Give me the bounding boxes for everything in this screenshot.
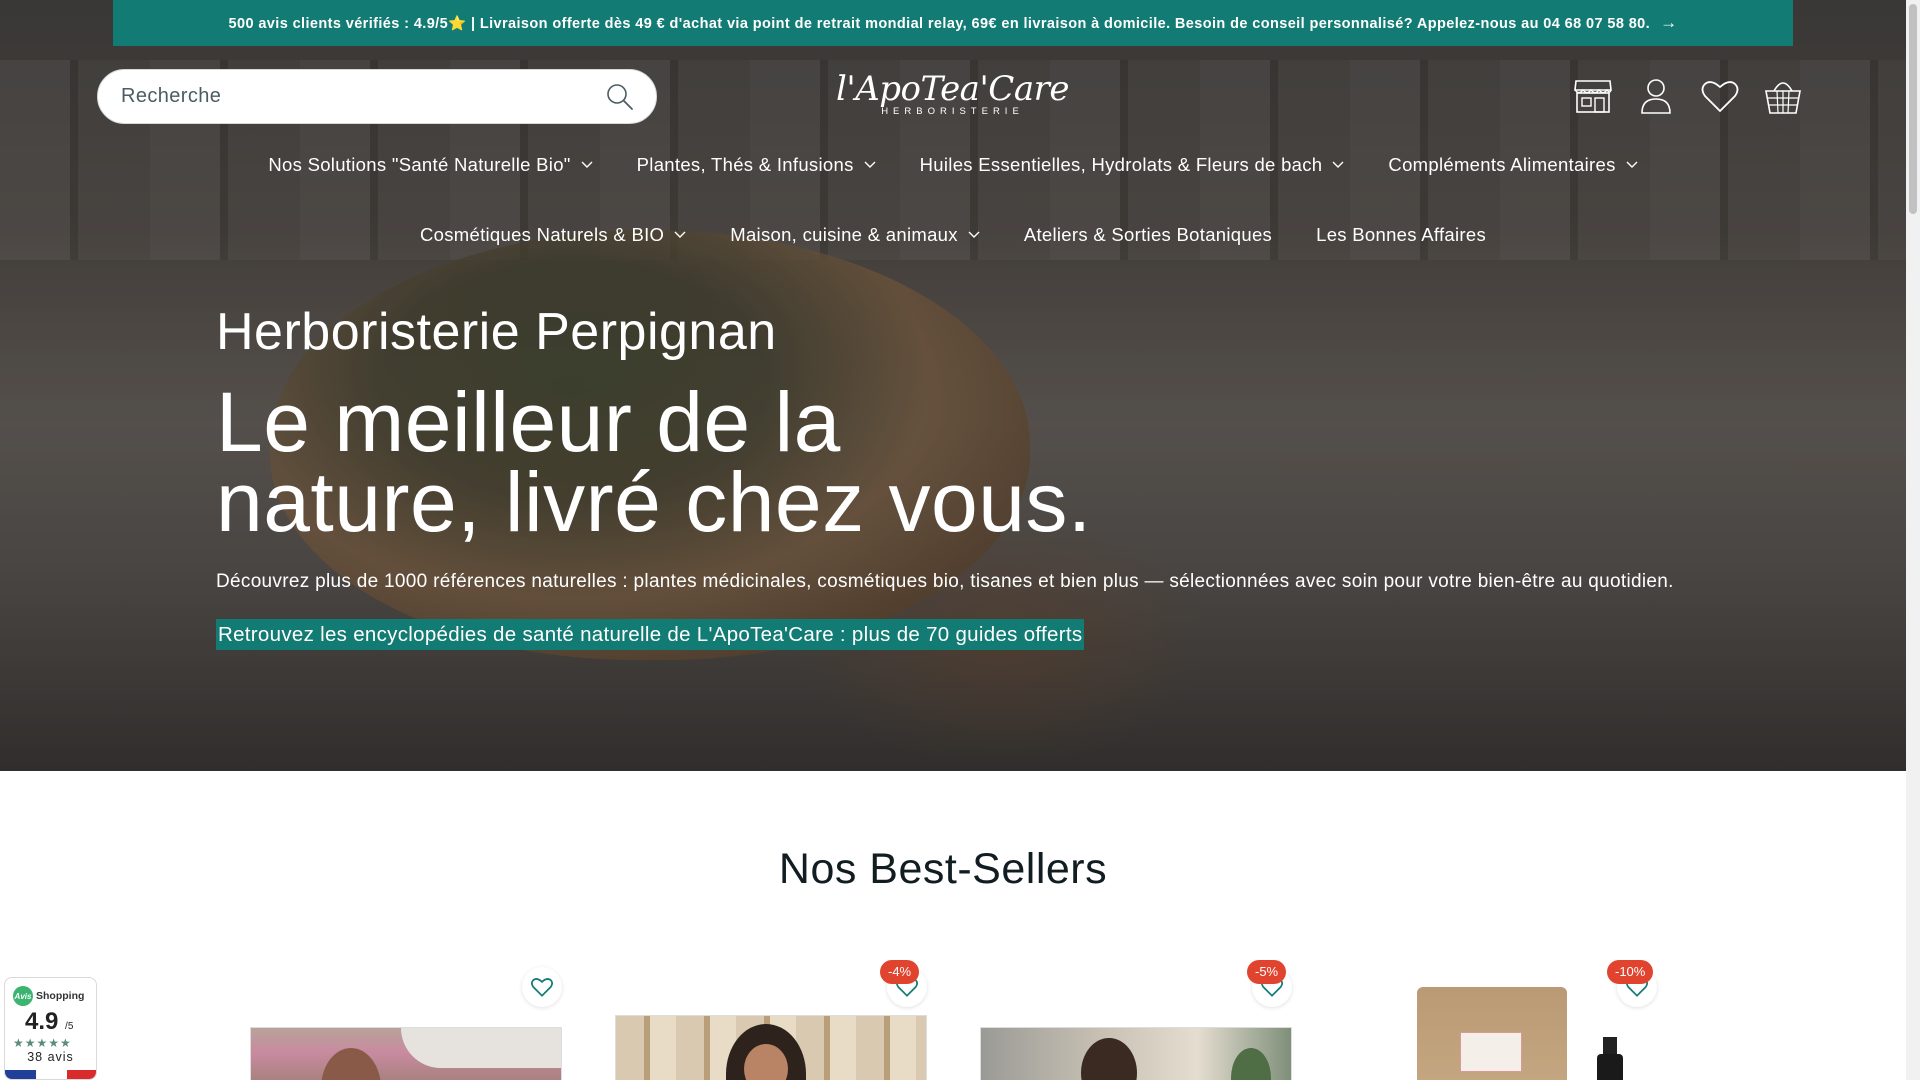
chevron-down-icon <box>581 161 593 168</box>
chevron-down-icon <box>864 161 876 168</box>
chevron-down-icon <box>968 231 980 238</box>
review-stars: ★★★★★ <box>13 1036 72 1050</box>
hero-headline-line-2: nature, livré chez vous. <box>216 455 1092 549</box>
logo-wordmark: l'ApoTea'Care <box>836 69 1069 109</box>
nav-item-label: Les Bonnes Affaires <box>1316 224 1487 245</box>
main-nav-row-1: Nos Solutions "Santé Naturelle Bio" Plan… <box>0 150 1906 180</box>
nav-item-label: Maison, cuisine & animaux <box>730 224 958 245</box>
chevron-down-icon <box>1332 161 1344 168</box>
chevron-down-icon <box>1626 161 1638 168</box>
review-score-scale: /5 <box>65 1021 74 1032</box>
hero-content: Herboristerie Perpignan Le meilleur de l… <box>216 300 1736 650</box>
heart-icon[interactable] <box>522 967 562 1007</box>
product-image[interactable] <box>250 1027 562 1080</box>
hero-guides-link[interactable]: Retrouvez les encyclopédies de santé nat… <box>216 619 1085 650</box>
scrollbar-thumb[interactable] <box>1909 4 1917 214</box>
page: 500 avis clients vérifiés : 4.9/5⭐ | Liv… <box>0 0 1920 1080</box>
product-image[interactable] <box>1345 982 1657 1080</box>
hero-headline: Le meilleur de la nature, livré chez vou… <box>216 375 1736 549</box>
nav-item-maison[interactable]: Maison, cuisine & animaux <box>708 220 1002 250</box>
discount-badge: -4% <box>880 960 920 984</box>
nav-item-label: Huiles Essentielles, Hydrolats & Fleurs … <box>919 154 1323 175</box>
product-card[interactable]: -5% <box>980 960 1292 1080</box>
wishlist-icon[interactable] <box>1695 71 1745 121</box>
basket-icon[interactable] <box>1758 71 1808 121</box>
header-icons <box>1568 70 1808 122</box>
nav-item-cosmetiques[interactable]: Cosmétiques Naturels & BIO <box>398 220 708 250</box>
chevron-down-icon <box>674 231 686 238</box>
best-sellers-title: Nos Best-Sellers <box>778 845 1108 893</box>
product-image[interactable] <box>980 1027 1292 1080</box>
nav-item-label: Nos Solutions "Santé Naturelle Bio" <box>268 154 571 175</box>
main-nav-row-2: Cosmétiques Naturels & BIO Maison, cuisi… <box>0 220 1906 250</box>
review-score: 4.9 /5 <box>5 1008 96 1036</box>
hero-description: Découvrez plus de 1000 références nature… <box>216 571 1674 592</box>
hero-headline-line-1: Le meilleur de la <box>216 375 841 469</box>
nav-item-label: Compléments Alimentaires <box>1388 154 1616 175</box>
nav-item-solutions[interactable]: Nos Solutions "Santé Naturelle Bio" <box>246 150 614 180</box>
french-flag-icon <box>5 1070 96 1079</box>
review-count: 38 avis <box>27 1050 74 1064</box>
nav-item-label: Plantes, Thés & Infusions <box>636 154 854 175</box>
store-icon[interactable] <box>1568 71 1618 121</box>
discount-badge: -5% <box>1247 960 1287 984</box>
review-brand: Avis Shopping <box>5 978 96 1006</box>
arrow-right-icon: → <box>1660 13 1678 32</box>
product-card[interactable] <box>250 960 562 1080</box>
discount-badge: -10% <box>1607 960 1654 984</box>
product-image[interactable] <box>615 1015 927 1080</box>
review-widget[interactable]: Avis Shopping 4.9 /5 ★★★★★ 38 avis <box>4 977 97 1080</box>
account-icon[interactable] <box>1631 71 1681 121</box>
hero-eyebrow: Herboristerie Perpignan <box>216 303 777 361</box>
product-card[interactable]: -10% <box>1345 960 1657 1080</box>
site-logo[interactable]: l'ApoTea'Care HERBORISTERIE <box>835 70 1070 130</box>
nav-item-bonnes-affaires[interactable]: Les Bonnes Affaires <box>1294 220 1508 250</box>
search-bar[interactable]: Recherche <box>97 69 657 124</box>
nav-item-ateliers[interactable]: Ateliers & Sorties Botaniques <box>1002 220 1294 250</box>
nav-item-huiles[interactable]: Huiles Essentielles, Hydrolats & Fleurs … <box>898 150 1367 180</box>
product-card[interactable]: -4% <box>615 960 927 1080</box>
search-icon[interactable] <box>604 81 636 113</box>
nav-item-plantes[interactable]: Plantes, Thés & Infusions <box>615 150 898 180</box>
nav-item-label: Cosmétiques Naturels & BIO <box>419 224 665 245</box>
review-brand-label: Shopping <box>36 990 85 1002</box>
page-scrollbar[interactable] <box>1906 0 1920 1080</box>
review-score-value: 4.9 <box>25 1008 59 1035</box>
announcement-text: 500 avis clients vérifiés : 4.9/5⭐ | Liv… <box>228 15 1651 32</box>
nav-item-label: Ateliers & Sorties Botaniques <box>1023 224 1273 245</box>
search-input[interactable]: Recherche <box>121 85 604 108</box>
review-logo-icon: Avis <box>13 986 33 1006</box>
announcement-bar[interactable]: 500 avis clients vérifiés : 4.9/5⭐ | Liv… <box>113 0 1793 46</box>
nav-item-complements[interactable]: Compléments Alimentaires <box>1366 150 1659 180</box>
